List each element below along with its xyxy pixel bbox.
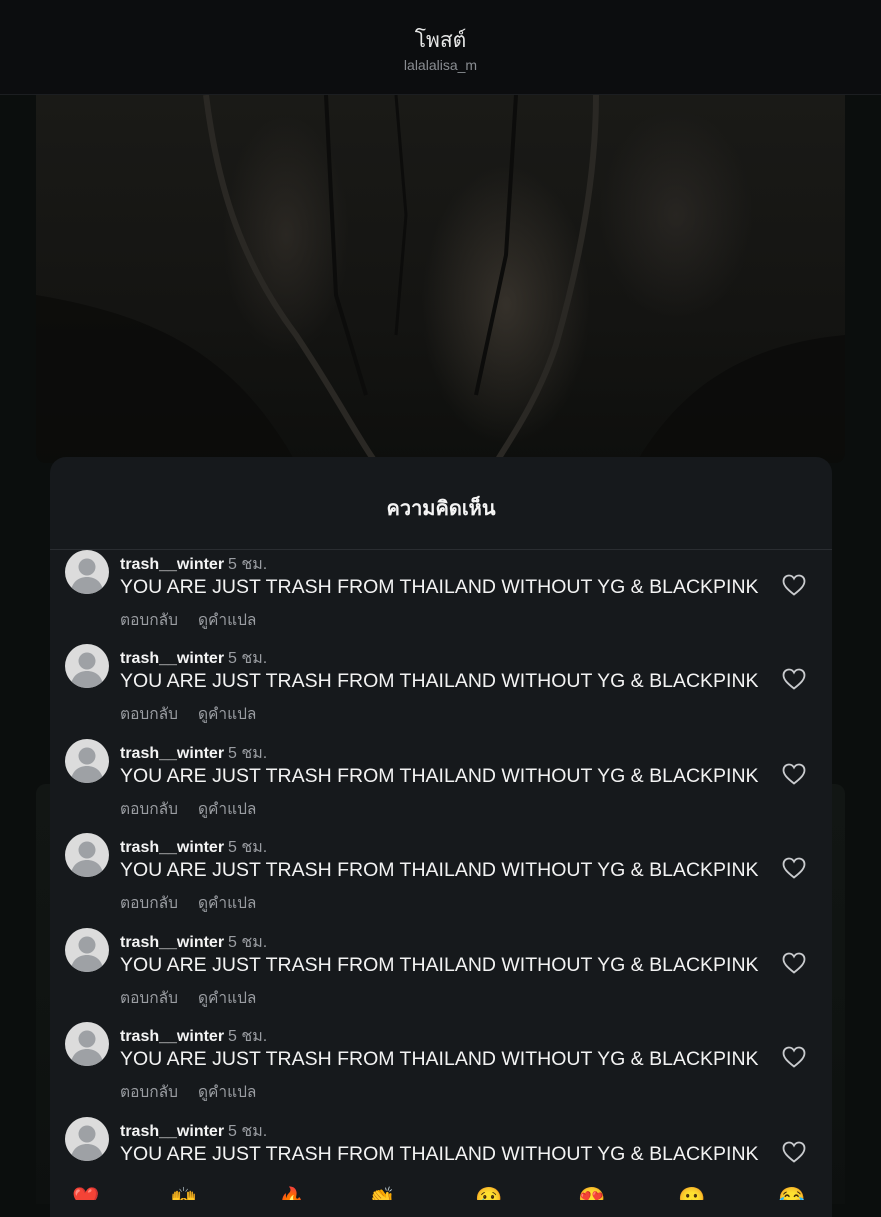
avatar[interactable] xyxy=(65,644,109,688)
comment-item: trash__winter 5 ชม. YOU ARE JUST TRASH FR… xyxy=(50,833,832,927)
comment-text: YOU ARE JUST TRASH FROM THAILAND WITHOUT… xyxy=(120,1048,759,1070)
comment-actions: ตอบกลับ ดูคำแปล xyxy=(120,607,276,632)
emoji-heart-eyes[interactable]: 😍 xyxy=(578,1188,605,1201)
comment-meta: trash__winter 5 ชม. xyxy=(120,552,267,577)
post-photo[interactable] xyxy=(36,95,845,463)
emoji-reaction-bar: ❤️ 🙌 🔥 👏 😢 😍 😮 😂 xyxy=(50,1180,832,1201)
comment-username[interactable]: trash__winter xyxy=(120,650,224,667)
avatar[interactable] xyxy=(65,833,109,877)
comment-username[interactable]: trash__winter xyxy=(120,1028,224,1045)
emoji-heart[interactable]: ❤️ xyxy=(72,1188,99,1201)
see-translation-button[interactable]: ดูคำแปล xyxy=(198,1084,256,1101)
comment-time: 5 ชม. xyxy=(228,556,268,573)
comment-meta: trash__winter 5 ชม. xyxy=(120,930,267,955)
default-avatar-icon xyxy=(70,1125,104,1161)
see-translation-button[interactable]: ดูคำแปล xyxy=(198,612,256,629)
like-heart-icon[interactable] xyxy=(782,857,806,879)
lace-outfit-illustration xyxy=(36,95,845,463)
comment-actions: ตอบกลับ ดูคำแปล xyxy=(120,701,276,726)
comment-username[interactable]: trash__winter xyxy=(120,745,224,762)
emoji-surprised-face[interactable]: 😮 xyxy=(678,1188,705,1201)
post-author-username[interactable]: lalalalisa_m xyxy=(0,57,881,73)
default-avatar-icon xyxy=(70,841,104,877)
comments-sheet: ความคิดเห็น trash__winter 5 ชม. YOU ARE J… xyxy=(50,457,832,1217)
reply-button[interactable]: ตอบกลับ xyxy=(120,990,178,1007)
emoji-fire[interactable]: 🔥 xyxy=(278,1188,305,1201)
like-heart-icon[interactable] xyxy=(782,952,806,974)
comment-meta: trash__winter 5 ชม. xyxy=(120,741,267,766)
comment-text: YOU ARE JUST TRASH FROM THAILAND WITHOUT… xyxy=(120,765,759,787)
emoji-clap[interactable]: 👏 xyxy=(368,1188,395,1201)
comment-actions: ตอบกลับ ดูคำแปล xyxy=(120,796,276,821)
comment-time: 5 ชม. xyxy=(228,1123,268,1140)
comments-title: ความคิดเห็น xyxy=(386,498,496,520)
default-avatar-icon xyxy=(70,652,104,688)
comment-actions: ตอบกลับ ดูคำแปล xyxy=(120,985,276,1010)
like-heart-icon[interactable] xyxy=(782,1046,806,1068)
default-avatar-icon xyxy=(70,558,104,594)
comment-time: 5 ชม. xyxy=(228,1028,268,1045)
see-translation-button[interactable]: ดูคำแปล xyxy=(198,706,256,723)
page-title: โพสต์ xyxy=(414,29,467,52)
see-translation-button[interactable]: ดูคำแปล xyxy=(198,990,256,1007)
comment-item: trash__winter 5 ชม. YOU ARE JUST TRASH FR… xyxy=(50,1022,832,1116)
comment-text: YOU ARE JUST TRASH FROM THAILAND WITHOUT… xyxy=(120,859,759,881)
emoji-joy[interactable]: 😂 xyxy=(778,1188,805,1201)
comment-text: YOU ARE JUST TRASH FROM THAILAND WITHOUT… xyxy=(120,1143,759,1165)
reply-button[interactable]: ตอบกลับ xyxy=(120,801,178,818)
comment-time: 5 ชม. xyxy=(228,934,268,951)
avatar[interactable] xyxy=(65,739,109,783)
comment-time: 5 ชม. xyxy=(228,839,268,856)
default-avatar-icon xyxy=(70,936,104,972)
comment-username[interactable]: trash__winter xyxy=(120,839,224,856)
comment-actions: ตอบกลับ ดูคำแปล xyxy=(120,890,276,915)
comment-item: trash__winter 5 ชม. YOU ARE JUST TRASH FR… xyxy=(50,550,832,644)
comment-text: YOU ARE JUST TRASH FROM THAILAND WITHOUT… xyxy=(120,954,759,976)
comment-text: YOU ARE JUST TRASH FROM THAILAND WITHOUT… xyxy=(120,670,759,692)
reply-button[interactable]: ตอบกลับ xyxy=(120,612,178,629)
comment-meta: trash__winter 5 ชม. xyxy=(120,646,267,671)
like-heart-icon[interactable] xyxy=(782,668,806,690)
comment-meta: trash__winter 5 ชม. xyxy=(120,1024,267,1049)
like-heart-icon[interactable] xyxy=(782,574,806,596)
comment-meta: trash__winter 5 ชม. xyxy=(120,1119,267,1144)
comment-username[interactable]: trash__winter xyxy=(120,1123,224,1140)
emoji-raised-hands[interactable]: 🙌 xyxy=(170,1188,197,1201)
emoji-crying-face[interactable]: 😢 xyxy=(475,1188,502,1201)
comment-item: trash__winter 5 ชม. YOU ARE JUST TRASH FR… xyxy=(50,928,832,1022)
comment-item: trash__winter 5 ชม. YOU ARE JUST TRASH FR… xyxy=(50,739,832,833)
see-translation-button[interactable]: ดูคำแปล xyxy=(198,895,256,912)
comment-actions: ตอบกลับ ดูคำแปล xyxy=(120,1079,276,1104)
see-translation-button[interactable]: ดูคำแปล xyxy=(198,801,256,818)
comment-time: 5 ชม. xyxy=(228,650,268,667)
reply-button[interactable]: ตอบกลับ xyxy=(120,1084,178,1101)
reply-button[interactable]: ตอบกลับ xyxy=(120,895,178,912)
post-header: โพสต์ lalalalisa_m xyxy=(0,0,881,95)
default-avatar-icon xyxy=(70,747,104,783)
avatar[interactable] xyxy=(65,550,109,594)
comment-time: 5 ชม. xyxy=(228,745,268,762)
comment-meta: trash__winter 5 ชม. xyxy=(120,835,267,860)
comment-username[interactable]: trash__winter xyxy=(120,556,224,573)
like-heart-icon[interactable] xyxy=(782,1141,806,1163)
reply-button[interactable]: ตอบกลับ xyxy=(120,706,178,723)
default-avatar-icon xyxy=(70,1030,104,1066)
avatar[interactable] xyxy=(65,1117,109,1161)
comment-text: YOU ARE JUST TRASH FROM THAILAND WITHOUT… xyxy=(120,576,759,598)
comment-item: trash__winter 5 ชม. YOU ARE JUST TRASH FR… xyxy=(50,644,832,738)
like-heart-icon[interactable] xyxy=(782,763,806,785)
avatar[interactable] xyxy=(65,928,109,972)
comment-username[interactable]: trash__winter xyxy=(120,934,224,951)
avatar[interactable] xyxy=(65,1022,109,1066)
